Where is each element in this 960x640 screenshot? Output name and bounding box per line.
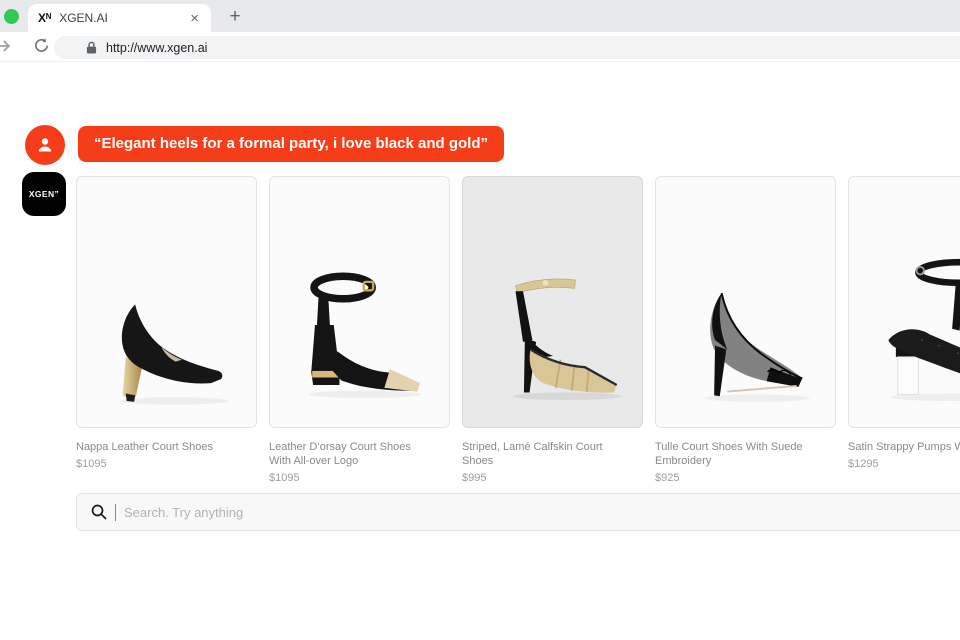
product-price: $925 [655, 472, 836, 484]
search-icon [91, 504, 107, 520]
text-cursor [115, 504, 116, 521]
product-title[interactable]: Satin Strappy Pumps With [848, 440, 960, 454]
search-placeholder: Search. Try anything [124, 505, 243, 520]
product-grid [76, 176, 960, 428]
product-labels-row: Nappa Leather Court Shoes $1095 Leather … [76, 440, 960, 484]
nappa-court-shoe-image [92, 205, 242, 415]
product-label: Nappa Leather Court Shoes $1095 [76, 440, 257, 484]
chat-message-bubble: “Elegant heels for a formal party, i lov… [78, 126, 504, 162]
browser-tab[interactable]: Xᴺ XGEN.AI × [28, 4, 211, 32]
forward-icon[interactable] [0, 36, 13, 56]
url-text: http://www.xgen.ai [106, 41, 207, 55]
product-price: $1095 [269, 472, 450, 484]
product-label: Leather D’orsay Court Shoes With All-ove… [269, 440, 450, 484]
striped-lame-shoe-image [478, 205, 628, 415]
tab-close-icon[interactable]: × [188, 10, 201, 27]
tab-title: XGEN.AI [59, 11, 180, 25]
satin-strappy-shoe-image [864, 205, 960, 415]
dorsay-court-shoe-image [285, 205, 435, 415]
reload-icon[interactable] [33, 37, 50, 54]
product-card-striped-lame[interactable] [462, 176, 643, 428]
product-label: Striped, Lamé Calfskin Court Shoes $995 [462, 440, 643, 484]
user-icon [35, 135, 55, 155]
product-card-tulle-court[interactable] [655, 176, 836, 428]
tab-strip: Xᴺ XGEN.AI × + [0, 0, 960, 32]
xgen-logo: XGEN” [22, 172, 66, 216]
new-tab-button[interactable]: + [222, 4, 248, 30]
product-card-satin-strappy[interactable] [848, 176, 960, 428]
product-title[interactable]: Tulle Court Shoes With Suede Embroidery [655, 440, 821, 468]
product-card-dorsay-court[interactable] [269, 176, 450, 428]
product-price: $995 [462, 472, 643, 484]
product-title[interactable]: Leather D’orsay Court Shoes With All-ove… [269, 440, 435, 468]
lock-icon [86, 41, 97, 54]
window-control-dot[interactable] [4, 9, 19, 24]
product-label: Satin Strappy Pumps With $1295 [848, 440, 960, 484]
tulle-court-shoe-image [671, 205, 821, 415]
product-title[interactable]: Nappa Leather Court Shoes [76, 440, 242, 454]
product-card-nappa-court[interactable] [76, 176, 257, 428]
user-avatar [25, 125, 65, 165]
product-title[interactable]: Striped, Lamé Calfskin Court Shoes [462, 440, 628, 468]
product-price: $1295 [848, 458, 960, 470]
product-label: Tulle Court Shoes With Suede Embroidery … [655, 440, 836, 484]
product-price: $1095 [76, 458, 257, 470]
url-bar[interactable]: http://www.xgen.ai [54, 36, 960, 59]
xgen-favicon-icon: Xᴺ [38, 11, 51, 25]
search-input[interactable]: Search. Try anything [76, 493, 960, 531]
